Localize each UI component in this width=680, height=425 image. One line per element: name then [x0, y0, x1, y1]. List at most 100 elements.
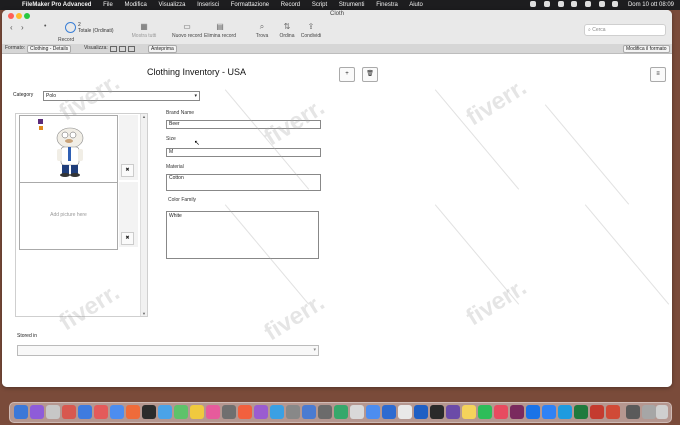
- portal-scrollbar[interactable]: ▲ ▼: [140, 114, 147, 316]
- portal-row[interactable]: Add picture here: [19, 182, 118, 250]
- menu-finestra[interactable]: Finestra: [376, 2, 398, 8]
- app-icon[interactable]: [318, 405, 332, 419]
- category-label: Category: [13, 92, 34, 98]
- app-icon[interactable]: [174, 405, 188, 419]
- menu-app-name[interactable]: FileMaker Pro Advanced: [22, 2, 91, 8]
- record-slider[interactable]: •: [44, 23, 46, 30]
- color-field[interactable]: White: [166, 211, 319, 259]
- menu-formattazione[interactable]: Formattazione: [231, 2, 269, 8]
- scroll-up-icon[interactable]: ▲: [142, 114, 146, 119]
- status-icon[interactable]: [530, 1, 537, 8]
- layout-select[interactable]: Clothing - Details: [27, 45, 72, 53]
- app-icon[interactable]: [382, 405, 396, 419]
- delete-row-button[interactable]: ✖: [121, 164, 134, 177]
- app-icon[interactable]: [62, 405, 76, 419]
- app-icon[interactable]: [222, 405, 236, 419]
- menu-items: FileMaker Pro Advanced File Modifica Vis…: [22, 0, 433, 10]
- previous-record-icon[interactable]: ‹: [10, 23, 13, 32]
- app-icon[interactable]: [366, 405, 380, 419]
- status-area: Dom 10 ott 08:09: [530, 0, 674, 10]
- menu-bar: FileMaker Pro Advanced File Modifica Vis…: [0, 0, 680, 10]
- new-record-icon: ▭: [183, 22, 191, 31]
- page-title: Clothing Inventory - USA: [147, 67, 247, 77]
- status-icon[interactable]: [543, 1, 550, 8]
- app-icon[interactable]: [350, 405, 364, 419]
- menu-aiuto[interactable]: Aiuto: [409, 2, 423, 8]
- app-icon[interactable]: [46, 405, 60, 419]
- delete-row-button[interactable]: ✖: [121, 232, 134, 245]
- app-icon[interactable]: [254, 405, 268, 419]
- app-icon[interactable]: [574, 405, 588, 419]
- share-button[interactable]: ⇪ Condividi: [291, 23, 331, 40]
- list-view-icon[interactable]: [119, 46, 126, 52]
- app-icon[interactable]: [110, 405, 124, 419]
- menu-script[interactable]: Script: [312, 2, 327, 8]
- app-icon[interactable]: [286, 405, 300, 419]
- picture-portal: Add picture here ✖ ✖ ▲ ▼: [15, 113, 148, 317]
- menu-strumenti[interactable]: Strumenti: [339, 2, 365, 8]
- app-icon[interactable]: [398, 405, 412, 419]
- mouse-cursor-icon: ↖: [194, 140, 200, 147]
- menu-icon[interactable]: ≡: [650, 67, 666, 82]
- app-icon[interactable]: [94, 405, 108, 419]
- app-icon[interactable]: [142, 405, 156, 419]
- app-icon[interactable]: [238, 405, 252, 419]
- next-record-icon[interactable]: ›: [21, 23, 24, 32]
- app-icon[interactable]: [430, 405, 444, 419]
- app-icon[interactable]: [510, 405, 524, 419]
- app-icon[interactable]: [606, 405, 620, 419]
- app-icon[interactable]: [542, 405, 556, 419]
- menu-file[interactable]: File: [103, 2, 113, 8]
- app-window: Cloth ‹ › • 2 Totale (Ordinati) Record ▦…: [2, 10, 672, 387]
- status-icon[interactable]: [571, 1, 578, 8]
- app-icon[interactable]: [558, 405, 572, 419]
- add-button[interactable]: +: [339, 67, 355, 82]
- record-gauge-icon[interactable]: [65, 22, 76, 33]
- app-icon[interactable]: [270, 405, 284, 419]
- app-icon[interactable]: [494, 405, 508, 419]
- clock[interactable]: Dom 10 ott 08:09: [628, 2, 674, 8]
- wifi-icon[interactable]: [598, 1, 605, 8]
- trash-bin-icon[interactable]: [656, 405, 668, 419]
- app-icon[interactable]: [158, 405, 172, 419]
- menu-record[interactable]: Record: [281, 2, 300, 8]
- battery-icon[interactable]: [612, 1, 619, 8]
- watermark-text: fiverr.: [461, 73, 532, 132]
- menu-modifica[interactable]: Modifica: [124, 2, 146, 8]
- scroll-down-icon[interactable]: ▼: [142, 311, 146, 316]
- delete-record-icon: ▤: [216, 22, 224, 31]
- finder-icon[interactable]: [14, 405, 28, 419]
- app-icon[interactable]: [78, 405, 92, 419]
- app-icon[interactable]: [478, 405, 492, 419]
- app-icon[interactable]: [302, 405, 316, 419]
- preview-button[interactable]: Anteprima: [148, 45, 177, 53]
- app-icon[interactable]: [414, 405, 428, 419]
- menu-visualizza[interactable]: Visualizza: [159, 2, 186, 8]
- edit-layout-button[interactable]: Modifica il formato: [623, 45, 670, 53]
- form-content: Clothing Inventory - USA + 🗑 ≡ Category …: [2, 54, 672, 387]
- app-icon[interactable]: [206, 405, 220, 419]
- app-icon[interactable]: [642, 405, 656, 419]
- search-input[interactable]: ⌕ Cerca: [584, 24, 666, 36]
- window-title: Cloth: [329, 11, 344, 17]
- menu-inserisci[interactable]: Inserisci: [197, 2, 219, 8]
- category-value: Polo: [46, 93, 57, 99]
- show-all-button[interactable]: ▦ Mostra tutti: [124, 23, 164, 40]
- size-field[interactable]: M: [166, 148, 321, 157]
- status-icon[interactable]: [584, 1, 591, 8]
- app-icon[interactable]: [590, 405, 604, 419]
- app-icon[interactable]: [190, 405, 204, 419]
- app-icon[interactable]: [626, 405, 640, 419]
- app-icon[interactable]: [526, 405, 540, 419]
- app-icon[interactable]: [30, 405, 44, 419]
- app-icon[interactable]: [334, 405, 348, 419]
- app-icon[interactable]: [462, 405, 476, 419]
- trash-icon[interactable]: 🗑: [362, 67, 378, 82]
- app-icon[interactable]: [446, 405, 460, 419]
- delete-record-button[interactable]: ▤ Elimina record: [200, 22, 240, 40]
- status-icon[interactable]: [557, 1, 564, 8]
- table-view-icon[interactable]: [128, 46, 135, 52]
- form-view-icon[interactable]: [110, 46, 117, 52]
- app-icon[interactable]: [126, 405, 140, 419]
- color-label: Color Family: [168, 197, 197, 203]
